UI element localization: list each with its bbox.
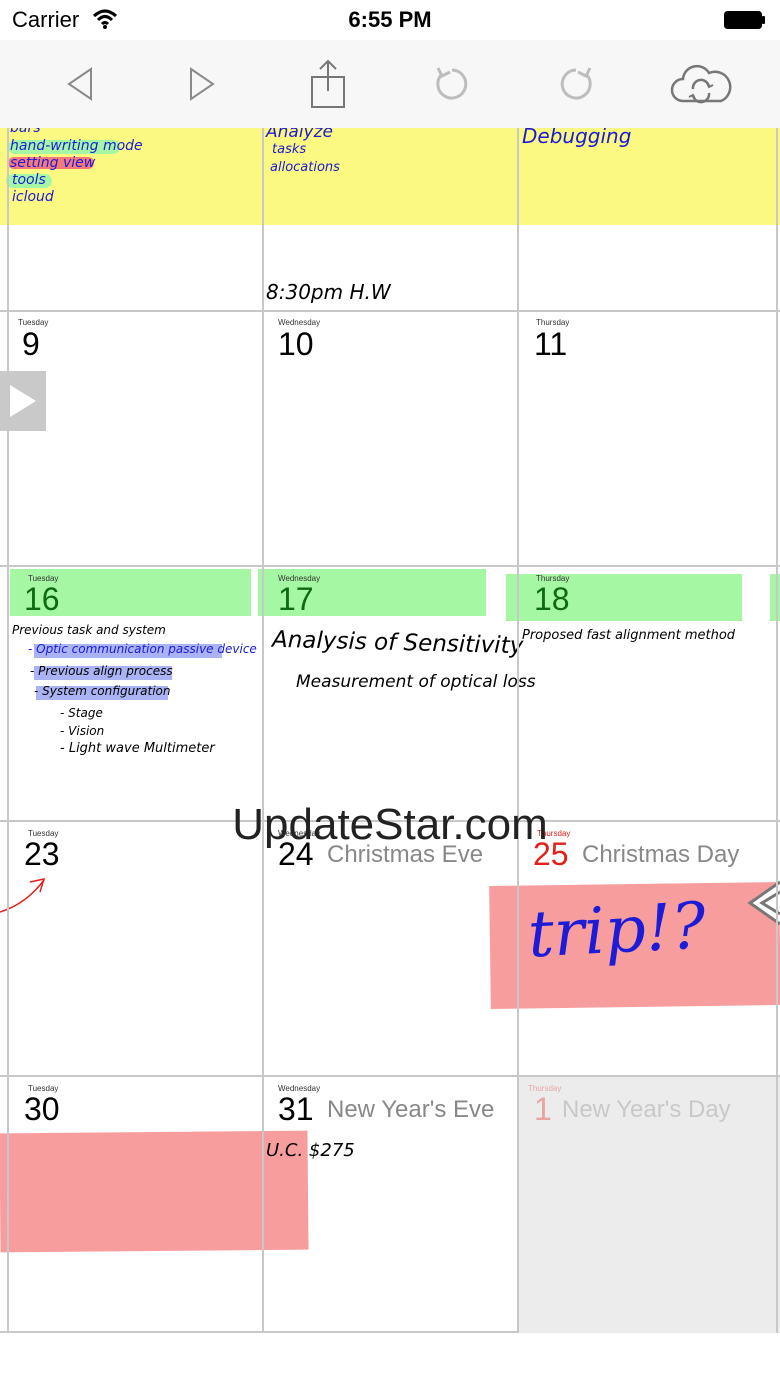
note-line: - Vision xyxy=(60,724,105,738)
status-bar: Carrier 6:55 PM xyxy=(0,0,780,40)
day-number: 11 xyxy=(534,326,568,362)
note-line: bars xyxy=(10,128,41,136)
day-number: 31 xyxy=(278,1091,314,1127)
redo-icon[interactable] xyxy=(546,54,606,114)
note-line: tools xyxy=(12,172,46,188)
note-line: Proposed fast alignment method xyxy=(522,628,736,643)
note-line: 8:30pm H.W xyxy=(266,280,391,304)
cloud-sync-icon[interactable] xyxy=(668,54,734,114)
note-line: allocations xyxy=(270,160,340,175)
day-number: 9 xyxy=(22,326,40,362)
grid-line xyxy=(0,310,780,312)
note-line: Previous task and system xyxy=(12,623,166,637)
day-number: 18 xyxy=(534,581,570,617)
grid-line xyxy=(776,128,778,1333)
note-line: - Light wave Multimeter xyxy=(60,741,215,756)
day-number: 17 xyxy=(278,581,314,617)
note-line: setting view xyxy=(10,155,96,171)
note-line: hand-writing mode xyxy=(10,138,143,154)
day-number: 16 xyxy=(24,581,60,617)
forward-arrow-icon[interactable] xyxy=(172,54,232,114)
note-line: tasks xyxy=(272,142,307,157)
holiday-label: New Year's Eve xyxy=(327,1096,495,1123)
note-line: trip!? xyxy=(526,889,708,973)
note-line: U.C. $275 xyxy=(266,1140,355,1161)
bottom-strip xyxy=(0,1333,780,1387)
grid-line xyxy=(0,565,780,567)
note-line: - Previous align process xyxy=(30,664,173,678)
note-line: Measurement of optical loss xyxy=(296,672,536,692)
note-line: icloud xyxy=(12,189,54,205)
note-line: - Optic communication passive device xyxy=(28,642,257,656)
grid-line xyxy=(517,128,519,1333)
clock: 6:55 PM xyxy=(348,7,432,32)
note-line: Debugging xyxy=(522,128,632,148)
note-line: - Stage xyxy=(60,706,103,720)
note-line: - System configuration xyxy=(34,684,171,698)
back-arrow-icon[interactable] xyxy=(50,54,110,114)
toolbar xyxy=(0,40,780,129)
share-icon[interactable] xyxy=(298,54,358,114)
note-line: Analyze xyxy=(266,128,333,142)
calendar-grid: bars hand-writing mode setting view tool… xyxy=(0,128,780,1333)
green-highlight xyxy=(770,574,780,621)
day-number: 30 xyxy=(24,1091,60,1127)
note-line: Analysis of Sensitivity xyxy=(271,626,524,660)
day-number: 10 xyxy=(278,326,314,362)
holiday-label: New Year's Day xyxy=(562,1096,731,1123)
undo-icon[interactable] xyxy=(422,54,482,114)
grid-line xyxy=(7,128,9,1333)
day-number: 1 xyxy=(534,1091,552,1127)
battery-icon xyxy=(724,11,766,29)
grid-line xyxy=(262,128,264,1333)
watermark: UpdateStar.com xyxy=(232,800,548,849)
collapse-chevron-icon[interactable] xyxy=(746,880,780,926)
